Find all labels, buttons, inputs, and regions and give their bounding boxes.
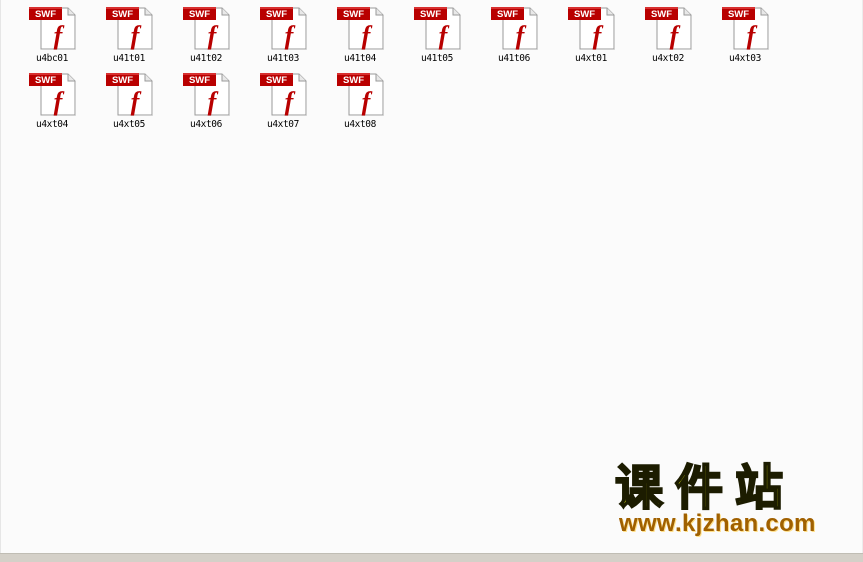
svg-text:SWF: SWF — [343, 9, 364, 20]
file-item-u4xt05[interactable]: SWF f u4xt05 — [105, 72, 182, 130]
file-item-u4xt01[interactable]: SWF f u4xt01 — [567, 6, 644, 64]
swf-file-icon: SWF f — [721, 6, 771, 50]
svg-text:SWF: SWF — [497, 9, 518, 20]
file-name-label: u41t06 — [498, 53, 530, 64]
file-item-u4xt06[interactable]: SWF f u4xt06 — [182, 72, 259, 130]
file-item-u4xt02[interactable]: SWF f u4xt02 — [644, 6, 721, 64]
file-grid: SWF f u4bc01 SWF f u41t01 SWF f u41t02 S… — [28, 6, 863, 130]
file-name-label: u41t04 — [344, 53, 376, 64]
watermark-logo: 课件站 www.kjzhan.com — [613, 459, 848, 544]
file-item-u4bc01[interactable]: SWF f u4bc01 — [28, 6, 105, 64]
svg-text:SWF: SWF — [112, 9, 133, 20]
swf-file-icon: SWF f — [644, 6, 694, 50]
svg-text:SWF: SWF — [574, 9, 595, 20]
swf-file-icon: SWF f — [259, 6, 309, 50]
file-item-u4xt08[interactable]: SWF f u4xt08 — [336, 72, 413, 130]
swf-file-icon: SWF f — [490, 6, 540, 50]
file-name-label: u4xt04 — [36, 119, 68, 130]
svg-text:SWF: SWF — [189, 9, 210, 20]
swf-file-icon: SWF f — [182, 6, 232, 50]
swf-file-icon: SWF f — [336, 72, 386, 116]
file-name-label: u41t01 — [113, 53, 145, 64]
file-name-label: u4xt05 — [113, 119, 145, 130]
svg-text:SWF: SWF — [112, 75, 133, 86]
svg-text:SWF: SWF — [420, 9, 441, 20]
file-name-label: u4bc01 — [36, 53, 68, 64]
watermark-title: 课件站 — [614, 459, 796, 517]
svg-text:SWF: SWF — [266, 75, 287, 86]
file-item-u41t05[interactable]: SWF f u41t05 — [413, 6, 490, 64]
svg-text:SWF: SWF — [266, 9, 287, 20]
svg-text:SWF: SWF — [651, 9, 672, 20]
watermark-url: www.kjzhan.com — [619, 510, 816, 537]
swf-file-icon: SWF f — [336, 6, 386, 50]
file-name-label: u4xt08 — [344, 119, 376, 130]
swf-file-icon: SWF f — [105, 6, 155, 50]
file-name-label: u41t05 — [421, 53, 453, 64]
svg-text:SWF: SWF — [728, 9, 749, 20]
svg-text:SWF: SWF — [189, 75, 210, 86]
svg-text:SWF: SWF — [343, 75, 364, 86]
file-item-u4xt04[interactable]: SWF f u4xt04 — [28, 72, 105, 130]
file-name-label: u4xt06 — [190, 119, 222, 130]
file-name-label: u4xt01 — [575, 53, 607, 64]
file-item-u41t03[interactable]: SWF f u41t03 — [259, 6, 336, 64]
file-name-label: u4xt02 — [652, 53, 684, 64]
file-view-pane[interactable]: SWF f u4bc01 SWF f u41t01 SWF f u41t02 S… — [0, 0, 863, 553]
file-name-label: u41t03 — [267, 53, 299, 64]
swf-file-icon: SWF f — [105, 72, 155, 116]
swf-file-icon: SWF f — [182, 72, 232, 116]
swf-file-icon: SWF f — [567, 6, 617, 50]
svg-text:SWF: SWF — [35, 9, 56, 20]
swf-file-icon: SWF f — [413, 6, 463, 50]
file-item-u41t02[interactable]: SWF f u41t02 — [182, 6, 259, 64]
swf-file-icon: SWF f — [259, 72, 309, 116]
file-name-label: u4xt03 — [729, 53, 761, 64]
swf-file-icon: SWF f — [28, 72, 78, 116]
file-item-u4xt07[interactable]: SWF f u4xt07 — [259, 72, 336, 130]
swf-file-icon: SWF f — [28, 6, 78, 50]
file-item-u41t04[interactable]: SWF f u41t04 — [336, 6, 413, 64]
file-name-label: u4xt07 — [267, 119, 299, 130]
file-item-u4xt03[interactable]: SWF f u4xt03 — [721, 6, 798, 64]
file-item-u41t01[interactable]: SWF f u41t01 — [105, 6, 182, 64]
svg-text:SWF: SWF — [35, 75, 56, 86]
file-item-u41t06[interactable]: SWF f u41t06 — [490, 6, 567, 64]
file-name-label: u41t02 — [190, 53, 222, 64]
